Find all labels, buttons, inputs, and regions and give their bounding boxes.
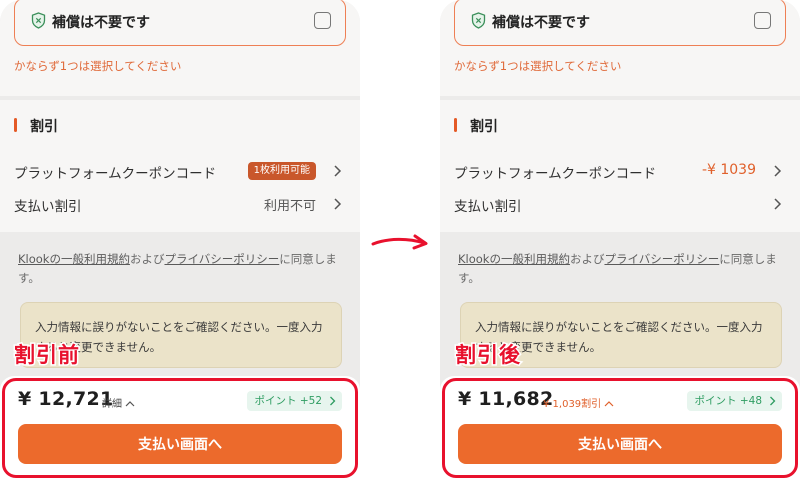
coupon-label: プラットフォームクーポンコード bbox=[454, 166, 657, 182]
section-accent-bar bbox=[14, 118, 17, 132]
insurance-option[interactable]: 補償は不要です bbox=[14, 0, 346, 46]
chevron-right-icon bbox=[334, 198, 342, 210]
privacy-link[interactable]: プライバシーポリシー bbox=[164, 252, 279, 266]
payment-discount-row[interactable]: 支払い割引 利用不可 bbox=[0, 190, 360, 218]
coupon-discount-value: -¥ 1039 bbox=[701, 162, 756, 178]
insurance-section: 補償は不要です かならず1つは選択してください bbox=[440, 0, 800, 96]
discount-title: 割引 bbox=[30, 119, 58, 135]
before-discount-label: 割引前 bbox=[13, 342, 81, 369]
terms-text: Klookの一般利用規約およびプライバシーポリシーに同意します。 bbox=[458, 250, 788, 288]
shield-x-icon bbox=[31, 12, 46, 29]
payment-discount-label: 支払い割引 bbox=[14, 199, 82, 215]
payment-discount-label: 支払い割引 bbox=[454, 199, 522, 215]
chevron-right-icon bbox=[774, 165, 782, 177]
insurance-section: 補償は不要です かならず1つは選択してください bbox=[0, 0, 360, 96]
chevron-right-icon bbox=[334, 165, 342, 177]
selection-warning: かならず1つは選択してください bbox=[14, 59, 182, 73]
insurance-checkbox[interactable] bbox=[754, 12, 771, 29]
shield-x-icon bbox=[471, 12, 486, 29]
discount-title: 割引 bbox=[470, 119, 498, 135]
privacy-link[interactable]: プライバシーポリシー bbox=[604, 252, 719, 266]
insurance-checkbox[interactable] bbox=[314, 12, 331, 29]
after-discount-label: 割引後 bbox=[454, 342, 522, 369]
insurance-label: 補償は不要です bbox=[52, 15, 150, 31]
terms-text: Klookの一般利用規約およびプライバシーポリシーに同意します。 bbox=[18, 250, 348, 288]
terms-link[interactable]: Klookの一般利用規約 bbox=[458, 252, 570, 266]
highlight-frame-before bbox=[2, 378, 358, 478]
highlight-frame-after bbox=[442, 378, 798, 478]
payment-discount-row[interactable]: 支払い割引 bbox=[440, 190, 800, 218]
coupon-row[interactable]: プラットフォームクーポンコード -¥ 1039 bbox=[440, 157, 800, 185]
coupon-row[interactable]: プラットフォームクーポンコード 1枚利用可能 bbox=[0, 157, 360, 185]
terms-connector: および bbox=[129, 252, 165, 266]
insurance-option[interactable]: 補償は不要です bbox=[454, 0, 786, 46]
selection-warning: かならず1つは選択してください bbox=[454, 59, 622, 73]
discount-section: 割引 プラットフォームクーポンコード 1枚利用可能 支払い割引 利用不可 bbox=[0, 100, 360, 232]
terms-connector: および bbox=[569, 252, 605, 266]
terms-link[interactable]: Klookの一般利用規約 bbox=[18, 252, 130, 266]
discount-section: 割引 プラットフォームクーポンコード -¥ 1039 支払い割引 bbox=[440, 100, 800, 232]
arrow-right-icon bbox=[371, 234, 428, 250]
payment-discount-value: 利用不可 bbox=[263, 199, 316, 214]
section-accent-bar bbox=[454, 118, 457, 132]
coupon-available-badge: 1枚利用可能 bbox=[247, 162, 316, 180]
insurance-label: 補償は不要です bbox=[492, 15, 590, 31]
chevron-right-icon bbox=[774, 198, 782, 210]
coupon-label: プラットフォームクーポンコード bbox=[14, 166, 217, 182]
